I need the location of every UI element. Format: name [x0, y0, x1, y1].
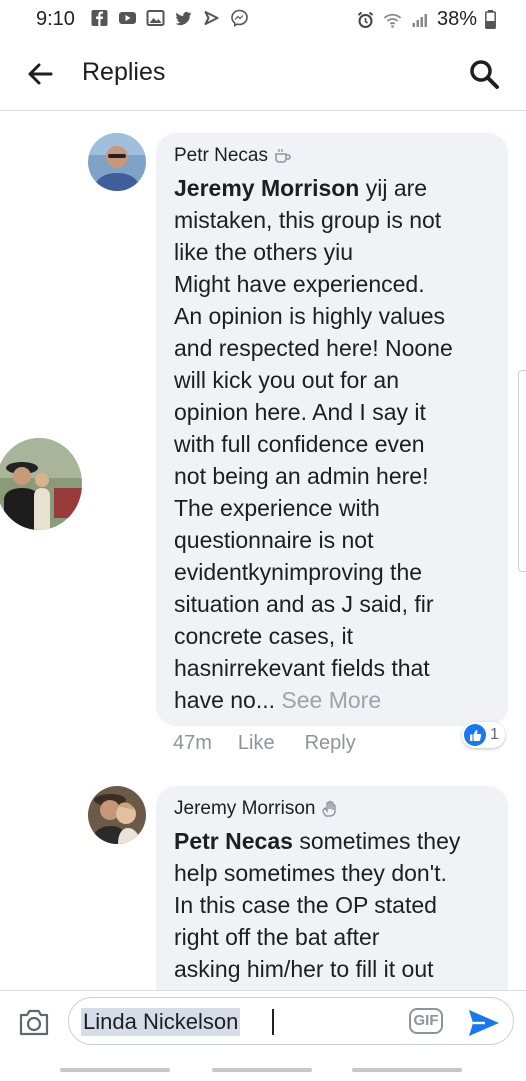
comment-time: 47m — [173, 732, 212, 754]
text-line: Petr Necas sometimes they — [174, 828, 461, 854]
avatar-jeremy-morrison[interactable] — [88, 786, 146, 844]
text-line: situation and as J said, fir — [174, 591, 434, 617]
text-line: mistaken, this group is not — [174, 207, 442, 233]
feedly-icon — [204, 11, 219, 25]
nav-bar-right — [352, 1068, 462, 1072]
battery-percent: 38% — [436, 8, 477, 30]
twitter-icon — [175, 11, 192, 26]
messenger-icon — [231, 9, 248, 27]
comment-author[interactable]: Jeremy Morrison — [174, 798, 339, 820]
send-icon[interactable] — [467, 1008, 501, 1038]
notification-icons — [90, 9, 249, 27]
page-title: Replies — [82, 58, 166, 86]
camera-icon[interactable] — [18, 1007, 50, 1037]
battery-icon — [485, 10, 496, 29]
text-line: Jeremy Morrison yij are — [174, 175, 428, 201]
reply-button[interactable]: Reply — [305, 732, 356, 755]
profile-photo — [88, 133, 146, 191]
reaction-number: 1 — [490, 726, 499, 743]
comment-author[interactable]: Petr Necas — [174, 145, 292, 167]
comment-bubble: Jeremy Morrison Petr Necas sometimes the… — [156, 786, 508, 1006]
status-right: 38% — [356, 8, 496, 31]
text-line: questionnaire is not — [174, 527, 374, 553]
search-icon[interactable] — [468, 58, 500, 90]
youtube-icon — [119, 12, 136, 24]
text-line: hasnirrekevant fields that — [174, 655, 430, 681]
author-name[interactable]: Petr Necas — [174, 145, 268, 167]
comment-text: Petr Necas sometimes they help sometimes… — [174, 825, 484, 985]
system-nav-bar — [0, 1064, 526, 1080]
signal-icon — [412, 13, 427, 27]
back-arrow-icon[interactable] — [26, 60, 54, 88]
status-time: 9:10 — [36, 8, 75, 30]
text-line: concrete cases, it — [174, 623, 353, 649]
comment-bubble: Petr Necas Jeremy Morrison yij are mista… — [156, 133, 508, 726]
text-line: In this case the OP stated — [174, 892, 437, 918]
profile-photo — [0, 438, 82, 530]
coffee-cup-icon — [275, 149, 291, 163]
comment-text: Jeremy Morrison yij are mistaken, this g… — [174, 172, 484, 716]
text-line: The experience with — [174, 495, 380, 521]
reaction-count[interactable]: 1 — [462, 722, 505, 748]
alarm-icon — [357, 11, 374, 28]
wifi-icon — [383, 13, 402, 28]
gif-button[interactable]: GIF — [409, 1008, 443, 1034]
text-line: opinion here. And I say it — [174, 399, 426, 425]
text-line: asking him/her to fill it out — [174, 956, 434, 982]
profile-photo — [88, 786, 146, 844]
gallery-icon — [146, 10, 165, 26]
app-bar: Replies — [0, 38, 526, 111]
see-more-link[interactable]: See More — [281, 687, 381, 713]
text-caret — [272, 1009, 274, 1035]
waving-hand-icon — [322, 800, 337, 817]
text-line: like the others yiu — [174, 239, 353, 265]
text-line: will kick you out for an — [174, 367, 399, 393]
facebook-icon — [91, 10, 108, 26]
text-line: evidentkynimproving the — [174, 559, 423, 585]
nav-bar-left — [60, 1068, 170, 1072]
text-line: Might have experienced. — [174, 271, 425, 297]
avatar-petr-necas[interactable] — [88, 133, 146, 191]
like-button[interactable]: Like — [238, 732, 275, 755]
text-line: An opinion is highly values — [174, 303, 446, 329]
scrollbar[interactable] — [518, 370, 526, 572]
thumbs-up-icon — [464, 724, 486, 746]
status-bar: 9:10 38% — [0, 0, 526, 38]
composer-mention: Linda Nickelson — [81, 1008, 241, 1036]
avatar[interactable] — [0, 438, 82, 530]
comment-input[interactable]: Linda Nickelson GIF — [68, 997, 514, 1045]
comment-actions: 47m Like Reply — [173, 732, 356, 755]
author-name[interactable]: Jeremy Morrison — [174, 798, 315, 820]
mention-link[interactable]: Petr Necas — [174, 828, 293, 854]
text-line: not being an admin here! — [174, 463, 429, 489]
mention-link[interactable]: Jeremy Morrison — [174, 175, 359, 201]
text-line: with full confidence even — [174, 431, 425, 457]
text-line: have no... See More — [174, 687, 382, 713]
nav-bar-center[interactable] — [212, 1068, 312, 1072]
text-line: and respected here! Noone — [174, 335, 453, 361]
text-line: right off the bat after — [174, 924, 380, 950]
text-line: help sometimes they don't. — [174, 860, 447, 886]
